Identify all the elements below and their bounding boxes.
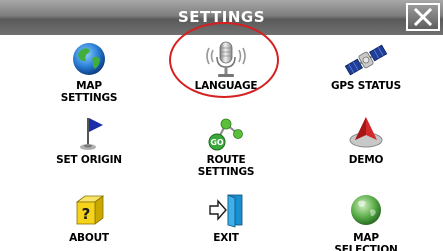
exit-door-icon [209,194,243,228]
globe-icon [73,43,105,75]
map-selection-button[interactable]: MAP SELECTION [306,192,426,251]
tile-label: ABOUT [69,232,109,244]
page-title: SETTINGS [177,8,266,26]
demo-button[interactable]: DEMO [306,114,426,184]
tile-label: GPS STATUS [330,80,401,92]
tile-label: DEMO [348,154,384,166]
tile-label: MAP SETTINGS [60,80,118,104]
microphone-icon [206,41,246,77]
gps-status-button[interactable]: GPS STATUS [306,40,426,110]
tile-label: ROUTE SETTINGS [197,154,255,178]
compass-icon [349,117,383,148]
tile-label: SET ORIGIN [56,154,122,166]
close-icon [414,8,432,26]
close-button[interactable] [406,3,440,31]
route-icon: GO [208,118,243,151]
set-origin-button[interactable]: SET ORIGIN [29,114,149,184]
tile-label: LANGUAGE [194,80,258,92]
settings-screen: SETTINGS MAP SETTINGS LANGUAGE GPS STATU… [0,0,443,251]
map-selection-icon [351,195,381,225]
language-button[interactable]: LANGUAGE [166,40,286,110]
about-button[interactable]: ? ABOUT [29,192,149,251]
tile-label: MAP SELECTION [334,232,398,251]
map-settings-button[interactable]: MAP SETTINGS [29,40,149,110]
question-icon: ? [75,195,105,225]
satellite-icon [344,44,388,76]
tile-label: EXIT [213,232,239,244]
go-badge: GO [210,138,224,147]
exit-button[interactable]: EXIT [166,192,286,251]
route-settings-button[interactable]: GO ROUTE SETTINGS [166,114,286,184]
about-badge: ? [82,205,91,223]
flag-icon [80,118,103,150]
